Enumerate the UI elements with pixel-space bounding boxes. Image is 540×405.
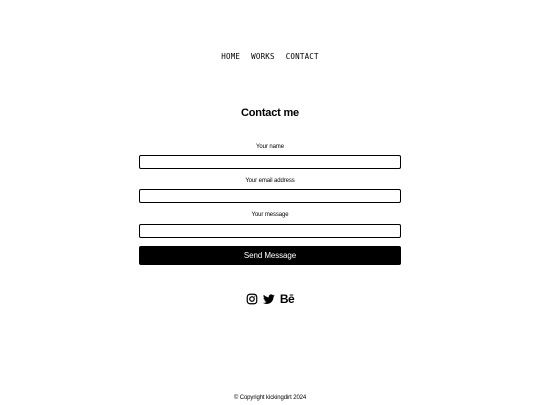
email-label: Your email address bbox=[245, 178, 295, 184]
twitter-link[interactable] bbox=[262, 293, 275, 305]
message-field[interactable] bbox=[139, 224, 401, 238]
email-field[interactable] bbox=[139, 189, 401, 203]
behance-icon: Bē bbox=[279, 292, 295, 306]
instagram-icon bbox=[246, 293, 258, 305]
nav-works-link[interactable]: WORKS bbox=[251, 52, 275, 61]
behance-link[interactable]: Bē bbox=[279, 292, 295, 306]
page: HOME WORKS CONTACT Contact me Your name … bbox=[0, 0, 540, 405]
nav-home-link[interactable]: HOME bbox=[221, 52, 240, 61]
nav-contact-link[interactable]: CONTACT bbox=[286, 52, 319, 61]
message-label: Your message bbox=[251, 212, 289, 218]
instagram-link[interactable] bbox=[246, 293, 258, 305]
name-field[interactable] bbox=[139, 155, 401, 169]
top-nav: HOME WORKS CONTACT bbox=[0, 52, 540, 61]
social-links: Bē bbox=[0, 293, 540, 305]
name-label: Your name bbox=[256, 144, 284, 150]
twitter-icon bbox=[262, 293, 275, 305]
copyright-footer: © Copyright kickingdirt 2024 bbox=[233, 395, 307, 401]
send-message-button[interactable]: Send Message bbox=[139, 246, 401, 265]
page-title: Contact me bbox=[241, 107, 299, 119]
